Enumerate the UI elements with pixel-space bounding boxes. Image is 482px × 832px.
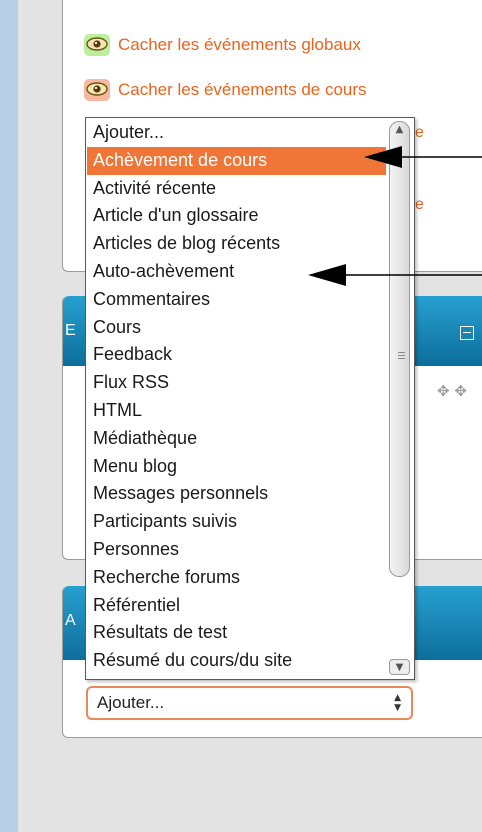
collapse-icon[interactable] bbox=[460, 326, 474, 340]
option-html[interactable]: HTML bbox=[87, 397, 386, 425]
option-referentiel[interactable]: Référentiel bbox=[87, 592, 386, 620]
option-resume-cours-site[interactable]: Résumé du cours/du site bbox=[87, 647, 386, 675]
hide-course-events-link[interactable]: Cacher les événements de cours bbox=[84, 78, 482, 102]
scrollbar-thumb[interactable] bbox=[389, 121, 410, 577]
option-commentaires[interactable]: Commentaires bbox=[87, 286, 386, 314]
option-messages-personnels[interactable]: Messages personnels bbox=[87, 480, 386, 508]
option-activite-recente[interactable]: Activité récente bbox=[87, 175, 386, 203]
hide-global-events-label: Cacher les événements globaux bbox=[118, 35, 361, 54]
option-resultats-de-test[interactable]: Résultats de test bbox=[87, 619, 386, 647]
add-block-select-value: Ajouter... bbox=[97, 693, 165, 712]
option-ajouter[interactable]: Ajouter... bbox=[87, 119, 386, 147]
option-auto-achevement[interactable]: Auto-achèvement bbox=[87, 258, 386, 286]
option-list: Ajouter... Achèvement de cours Activité … bbox=[87, 119, 386, 675]
grip-icon bbox=[398, 352, 405, 361]
eye-icon bbox=[84, 79, 110, 101]
listbox-scrollbar[interactable]: ▲ ▼ bbox=[387, 119, 413, 678]
option-cours[interactable]: Cours bbox=[87, 314, 386, 342]
option-achevement-de-cours[interactable]: Achèvement de cours bbox=[87, 146, 386, 175]
option-participants-suivis[interactable]: Participants suivis bbox=[87, 508, 386, 536]
add-block-select[interactable]: Ajouter... ▲ ▼ bbox=[86, 686, 413, 720]
option-menu-blog[interactable]: Menu blog bbox=[87, 453, 386, 481]
hidden-link-fragment: e bbox=[415, 196, 424, 213]
hide-course-events-label: Cacher les événements de cours bbox=[118, 80, 367, 99]
bottom-block-title: A bbox=[65, 612, 76, 629]
option-recherche-forums[interactable]: Recherche forums bbox=[87, 564, 386, 592]
select-updown-icon: ▲ ▼ bbox=[394, 693, 401, 713]
option-mediatheque[interactable]: Médiathèque bbox=[87, 425, 386, 453]
move-icon[interactable]: ✥ ✥ bbox=[437, 382, 467, 400]
middle-block-title: E bbox=[65, 322, 76, 339]
scroll-up-icon[interactable]: ▲ bbox=[389, 122, 410, 138]
option-feedback[interactable]: Feedback bbox=[87, 341, 386, 369]
hide-global-events-link[interactable]: Cacher les événements globaux bbox=[84, 33, 482, 57]
add-block-listbox[interactable]: Ajouter... Achèvement de cours Activité … bbox=[85, 117, 415, 680]
option-flux-rss[interactable]: Flux RSS bbox=[87, 369, 386, 397]
eye-icon bbox=[84, 34, 110, 56]
option-articles-blog-recents[interactable]: Articles de blog récents bbox=[87, 230, 386, 258]
option-personnes[interactable]: Personnes bbox=[87, 536, 386, 564]
option-article-glossaire[interactable]: Article d'un glossaire bbox=[87, 202, 386, 230]
scroll-down-icon[interactable]: ▼ bbox=[389, 659, 410, 675]
hidden-link-fragment: e bbox=[415, 124, 424, 141]
